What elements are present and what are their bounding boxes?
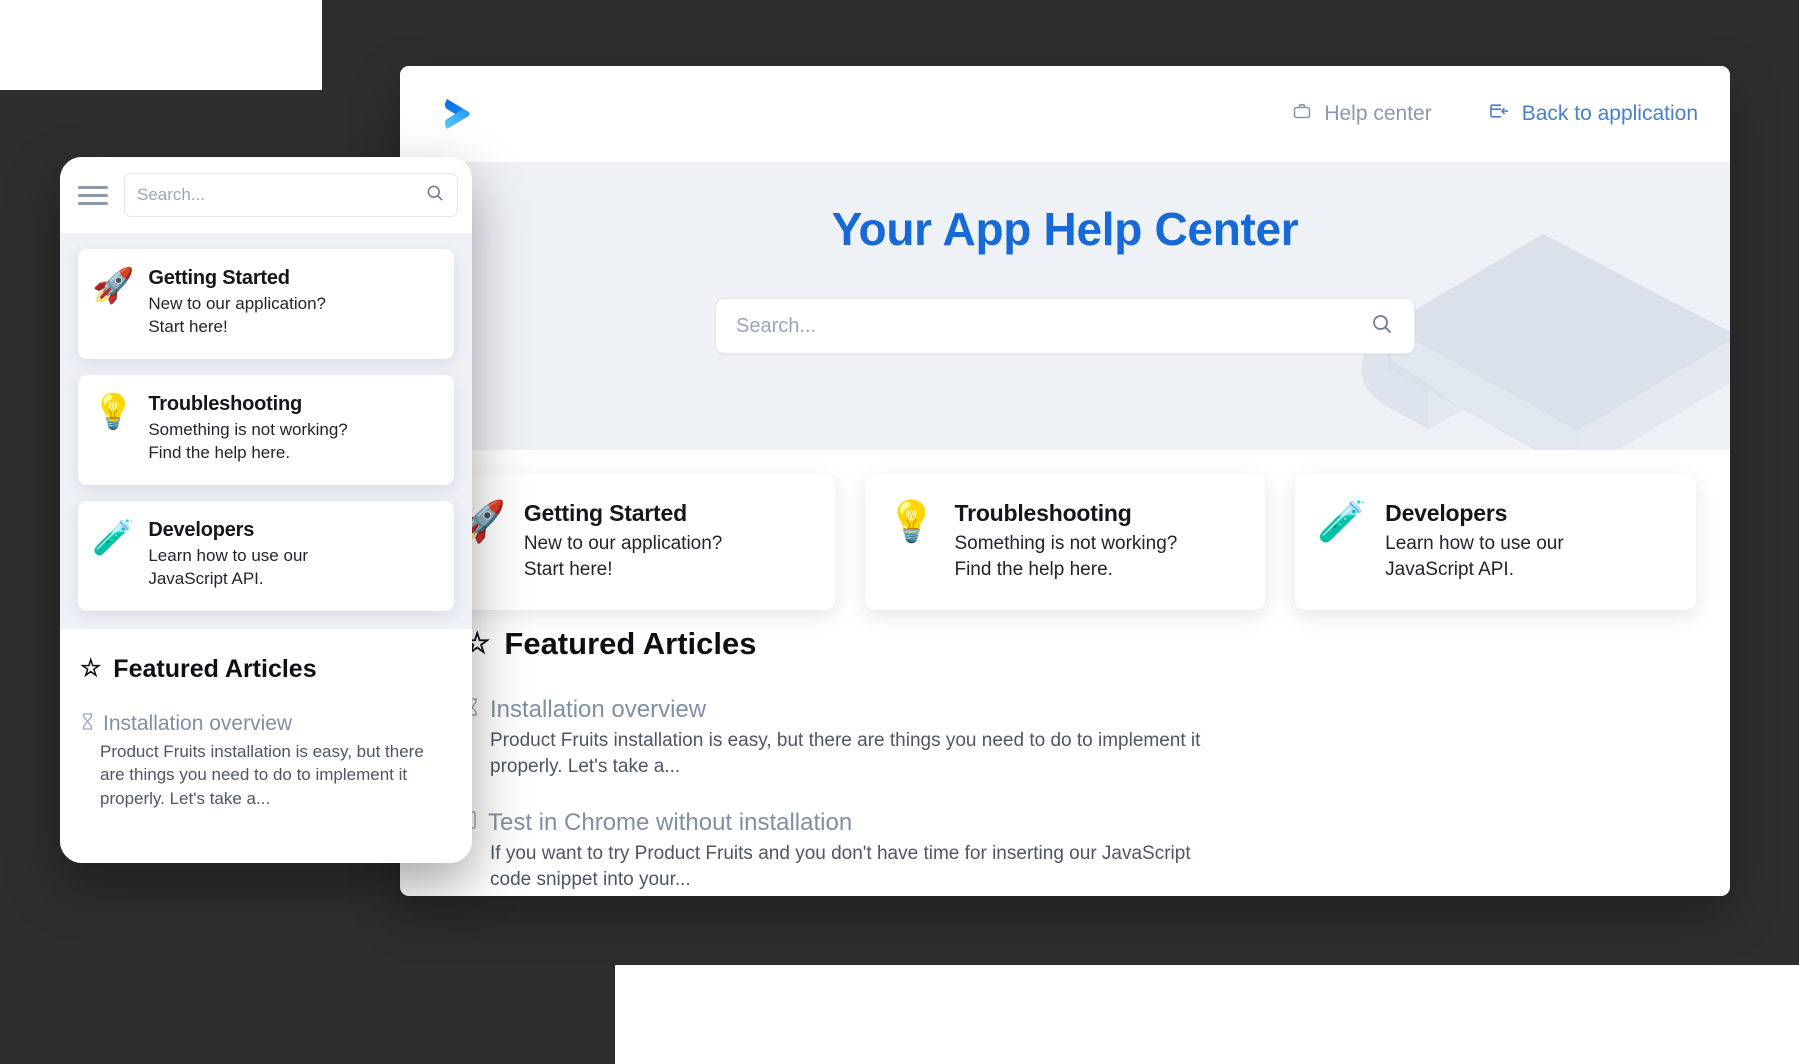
mobile-article-title-label: Installation overview [103,712,293,736]
mobile-help-center-window: 🚀 Getting Started New to our application… [60,157,472,863]
article-description: Product Fruits installation is easy, but… [490,730,1201,777]
mobile-article-item: Installation overview Product Fruits ins… [80,712,452,810]
mobile-category-card-troubleshooting[interactable]: 💡 Troubleshooting Something is not worki… [78,374,454,485]
mobile-category-card-desc-line1: Something is not working? [148,419,348,439]
mobile-search-input[interactable] [137,185,425,205]
category-card-desc-line1: New to our application? [523,533,723,554]
category-card-troubleshooting[interactable]: 💡 Troubleshooting Something is not worki… [864,474,1266,611]
article-item: Test in Chrome without installation If y… [464,809,1696,892]
category-card-desc-line2: Find the help here. [954,558,1113,580]
article-link-installation-overview[interactable]: Installation overview [464,696,1696,724]
article-title-label: Installation overview [490,696,707,723]
mobile-category-card-desc-line2: JavaScript API. [148,568,264,588]
test-tube-emoji: 🧪 [92,518,135,557]
mobile-category-card-list: 🚀 Getting Started New to our application… [60,233,472,629]
light-bulb-emoji: 💡 [92,392,135,431]
mobile-featured-articles-section: ☆ Featured Articles Installation overvie… [60,628,472,863]
search-icon[interactable] [1370,312,1394,341]
hero-inner: Your App Help Center [400,162,1730,354]
category-card-desc-line2: JavaScript API. [1385,558,1514,580]
category-card-row: 🚀 Getting Started New to our application… [400,474,1730,611]
hero-search-box[interactable] [715,298,1415,354]
article-item: Installation overview Product Fruits ins… [464,696,1696,779]
decorative-corner-block-top-left [0,0,322,90]
mobile-category-card-getting-started[interactable]: 🚀 Getting Started New to our application… [78,249,454,359]
mobile-featured-articles-heading-label: Featured Articles [113,654,317,683]
back-to-application-link[interactable]: Back to application [1488,101,1698,127]
decorative-corner-block-bottom-right [615,965,1799,1064]
page-title: Your App Help Center [831,203,1299,255]
search-icon[interactable] [425,183,445,208]
exit-to-app-icon [1488,101,1510,127]
mobile-category-card-title: Developers [148,518,255,541]
back-to-application-link-label: Back to application [1521,102,1698,125]
mobile-search-box[interactable] [124,173,458,217]
help-center-link[interactable]: Help center [1292,101,1432,127]
featured-articles-heading: ☆ Featured Articles [464,626,1696,662]
mobile-article-description: Product Fruits installation is easy, but… [100,741,424,808]
category-card-desc-line1: Something is not working? [954,533,1178,554]
article-link-test-in-chrome[interactable]: Test in Chrome without installation [464,809,1696,837]
desktop-header-links: Help center Back to application [1292,101,1698,127]
test-tube-emoji: 🧪 [1317,500,1368,544]
category-card-getting-started[interactable]: 🚀 Getting Started New to our application… [434,474,835,611]
featured-articles-heading-label: Featured Articles [504,626,757,661]
category-card-desc-line1: Learn how to use our [1385,533,1564,554]
category-card-title: Troubleshooting [954,500,1132,526]
category-card-title: Developers [1385,500,1508,526]
desktop-header: Help center Back to application [400,66,1730,162]
mobile-category-card-title: Getting Started [148,267,290,289]
mobile-article-link-installation-overview[interactable]: Installation overview [80,712,452,737]
article-description: If you want to try Product Fruits and yo… [490,843,1191,890]
briefcase-icon [1292,101,1312,127]
mobile-category-card-title: Troubleshooting [148,392,302,415]
product-fruits-chevron-logo[interactable] [434,85,492,143]
mobile-category-card-desc-line1: New to our application? [148,294,327,313]
mobile-topbar [60,157,472,233]
featured-articles-section: ☆ Featured Articles Installation overvie… [400,626,1730,896]
search-input[interactable] [736,314,1370,338]
category-card-title: Getting Started [523,500,687,526]
mobile-featured-articles-heading: ☆ Featured Articles [80,655,452,684]
mobile-category-card-developers[interactable]: 🧪 Developers Learn how to use our JavaSc… [78,500,454,611]
hamburger-menu-icon[interactable] [78,181,108,210]
mobile-category-card-desc-line2: Start here! [148,316,228,336]
mobile-category-card-desc-line1: Learn how to use our [148,545,309,565]
star-outline-icon: ☆ [80,655,102,683]
desktop-help-center-window: Help center Back to application Your App… [400,66,1730,896]
category-card-desc-line2: Start here! [523,558,613,580]
desktop-hero-section: Your App Help Center [400,162,1730,450]
help-center-link-label: Help center [1324,102,1432,125]
rocket-emoji: 🚀 [92,267,135,305]
article-title-label: Test in Chrome without installation [488,809,853,837]
light-bulb-emoji: 💡 [886,500,937,544]
hourglass-icon [80,712,95,737]
mobile-category-card-desc-line2: Find the help here. [148,442,291,462]
category-card-developers[interactable]: 🧪 Developers Learn how to use our JavaSc… [1295,474,1697,611]
